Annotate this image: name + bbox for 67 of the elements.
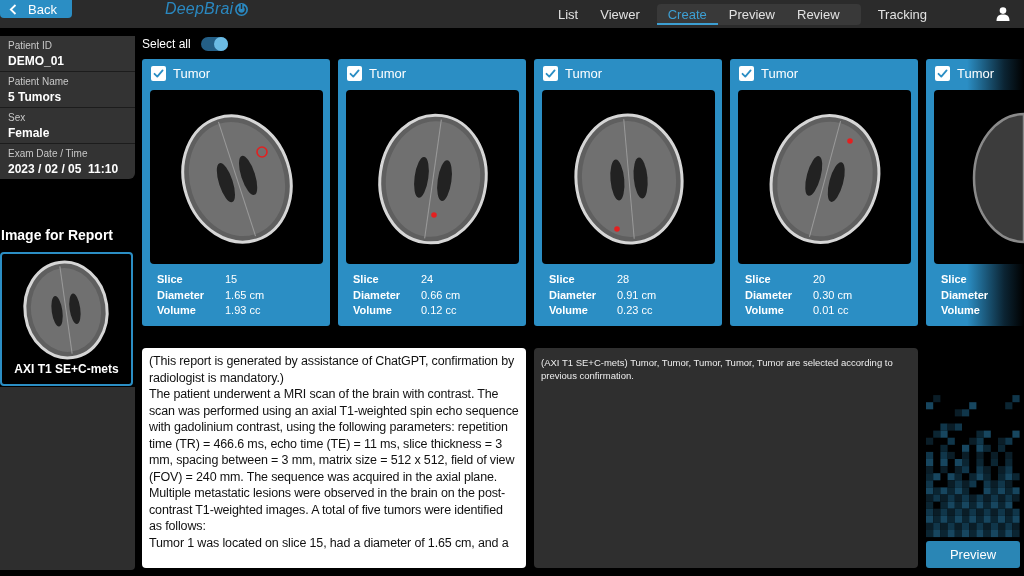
stat-value: 0.12 cc bbox=[421, 303, 458, 318]
stat-value: 20 bbox=[813, 272, 827, 287]
stat-label: Diameter bbox=[745, 287, 794, 303]
stat-label: Volume bbox=[353, 303, 393, 318]
chevron-left-icon bbox=[9, 3, 17, 15]
field-label: Patient ID bbox=[8, 40, 53, 52]
stat-label: Slice bbox=[941, 272, 968, 287]
tumor-checkbox[interactable] bbox=[543, 66, 558, 81]
stat-value: 15 bbox=[225, 272, 239, 287]
stat-label: Volume bbox=[745, 303, 785, 318]
field-value: 2023 / 02 / 05 11:10 bbox=[8, 161, 120, 177]
workflow-tab[interactable]: Preview bbox=[717, 3, 786, 25]
workflow-tab[interactable]: Review bbox=[786, 3, 851, 25]
nav-link[interactable]: List bbox=[546, 3, 590, 25]
workflow-tab[interactable]: Create bbox=[656, 3, 718, 25]
stat-label: Volume bbox=[157, 303, 197, 318]
field-value: Female bbox=[8, 125, 51, 141]
tumor-checkbox[interactable] bbox=[739, 66, 754, 81]
field-value: DEMO_01 bbox=[8, 53, 66, 69]
stat-value: 0.30 cm bbox=[813, 287, 854, 303]
field-value: 5 Tumors bbox=[8, 89, 63, 105]
report-text-field[interactable]: (This report is generated by assistance of ChatGPT, confirmation by radiologist is mandatory.) The patient underwent a MRI scan of the brain with contrast. The scan was performed using an axial T1-weighted spin echo sequence with gadolinium contrast, using the following parameters: repetition time (TR) = 466.6 ms, echo time (TE) = 11 ms, slice thickness = 3 mm, spacing between = 3 mm, matrix size = 512 x 512, field of view (FOV) = 240 mm. The sequence was acquired in the axial plane. Multiple metastatic lesions were observed in the brain on the post-contrast T1-weighted images. A total of five tumors were identified as follows: Tumor 1 was located on slice 15, had a diameter of 1.65 cm, and a bbox=[142, 348, 526, 568]
select-all-label: Select all bbox=[142, 37, 191, 51]
stat-label: Diameter bbox=[941, 287, 990, 303]
stat-value: 1.65 cm bbox=[225, 287, 266, 303]
stat-label: Diameter bbox=[157, 287, 206, 303]
card-title: Tumor bbox=[957, 66, 995, 81]
stat-value: 0.66 cm bbox=[421, 287, 462, 303]
tumor-checkbox[interactable] bbox=[935, 66, 950, 81]
section-heading: Image for Report bbox=[1, 227, 114, 243]
field-label: Exam Date / Time bbox=[8, 148, 89, 160]
stat-value: 0.91 cm bbox=[617, 287, 658, 303]
series-label: AXI T1 SE+C-mets bbox=[14, 362, 119, 377]
tumor-checkbox[interactable] bbox=[347, 66, 362, 81]
tumor-checkbox[interactable] bbox=[151, 66, 166, 81]
card-title: Tumor bbox=[565, 66, 603, 81]
tumor-marker-icon bbox=[256, 146, 268, 158]
stat-label: Diameter bbox=[353, 287, 402, 303]
field-label: Patient Name bbox=[8, 76, 70, 88]
stat-label: Slice bbox=[549, 272, 576, 287]
stat-label: Slice bbox=[745, 272, 772, 287]
stat-label: Diameter bbox=[549, 287, 598, 303]
stat-value: 1.93 cc bbox=[225, 303, 262, 318]
select-all-toggle[interactable] bbox=[200, 37, 228, 51]
nav-link[interactable]: Tracking bbox=[866, 3, 938, 25]
stat-label: Volume bbox=[549, 303, 589, 318]
card-title: Tumor bbox=[369, 66, 407, 81]
stat-value: 0.01 cc bbox=[813, 303, 850, 318]
user-icon[interactable] bbox=[996, 7, 1010, 21]
logo-text: DeepBrai bbox=[165, 0, 234, 18]
back-button[interactable]: Back bbox=[0, 0, 72, 18]
stat-value: 0.23 cc bbox=[617, 303, 654, 318]
report-image-thumbnail[interactable]: AXI T1 SE+C-mets bbox=[0, 252, 133, 386]
tumor-marker-icon bbox=[847, 138, 853, 144]
tumor-marker-icon bbox=[614, 226, 620, 232]
stat-value: 28 bbox=[617, 272, 631, 287]
stat-label: Slice bbox=[353, 272, 380, 287]
field-label: Sex bbox=[8, 112, 27, 124]
nav-link[interactable]: Viewer bbox=[589, 3, 651, 25]
card-title: Tumor bbox=[761, 66, 799, 81]
summary-text-field[interactable]: (AXI T1 SE+C-mets) Tumor, Tumor, Tumor, Tumor, Tumor are selected according to previous confirmation. bbox=[534, 348, 918, 568]
card-title: Tumor bbox=[173, 66, 211, 81]
stat-label: Volume bbox=[941, 303, 981, 318]
tumor-marker-icon bbox=[431, 212, 437, 218]
stat-value: 24 bbox=[421, 272, 435, 287]
preview-button[interactable]: Preview bbox=[926, 541, 1020, 568]
stat-label: Slice bbox=[157, 272, 184, 287]
